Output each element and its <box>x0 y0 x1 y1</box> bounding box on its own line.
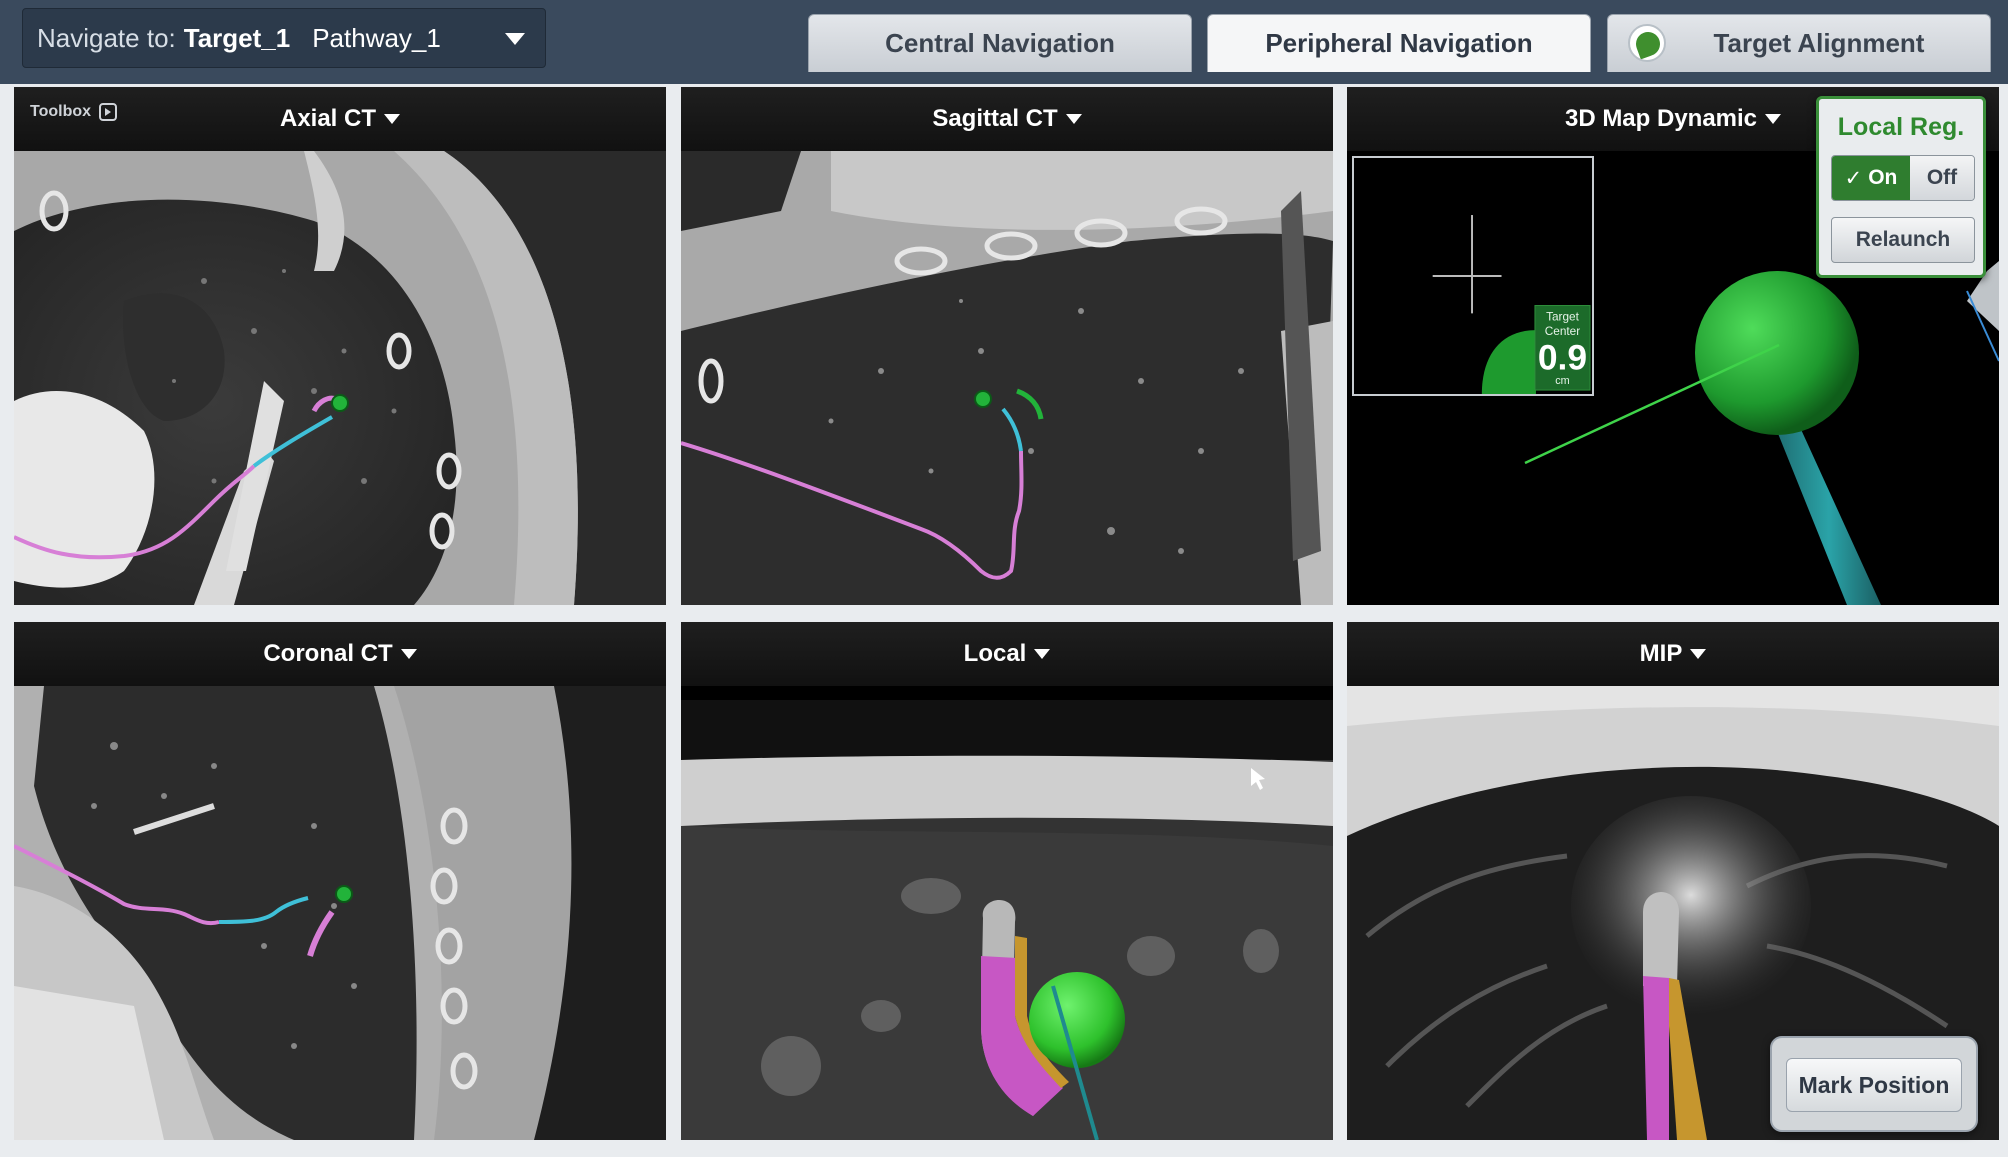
axial-ct-title: Axial CT <box>279 105 377 132</box>
sagittal-ct-header[interactable]: Sagittal CT <box>681 87 1333 151</box>
target-center-distance: 0.9 <box>1538 337 1587 377</box>
tab-peripheral-navigation[interactable]: Peripheral Navigation <box>1207 14 1591 72</box>
local-header[interactable]: Local <box>681 622 1333 686</box>
local-reg-on-button[interactable]: ✓ On <box>1832 156 1910 200</box>
chevron-down-icon <box>1690 649 1707 659</box>
local-reg-title: Local Reg. <box>1837 113 1965 141</box>
axial-ct-image <box>14 151 666 605</box>
pathway-name: Pathway_1 <box>312 22 441 53</box>
sagittal-ct-panel[interactable]: Sagittal CT <box>681 87 1333 605</box>
chevron-down-icon <box>400 649 417 659</box>
target-crosshair-view: Target Center 0.9 cm <box>1354 158 1592 394</box>
target-center-label-2: Center <box>1545 324 1580 338</box>
mip-title: MIP <box>1639 640 1683 667</box>
target-center-label-1: Target <box>1546 309 1580 323</box>
navigate-to-dropdown[interactable]: Navigate to: Target_1 Pathway_1 <box>22 8 546 68</box>
relaunch-button[interactable]: Relaunch <box>1831 217 1975 263</box>
navigate-to-label: Navigate to: <box>37 22 176 53</box>
relaunch-label: Relaunch <box>1855 228 1951 251</box>
toolbox-button[interactable]: Toolbox <box>30 103 118 121</box>
coronal-ct-header[interactable]: Coronal CT <box>14 622 666 686</box>
on-label: On <box>1868 166 1898 189</box>
chevron-down-icon <box>384 114 401 124</box>
mark-position-button[interactable]: Mark Position <box>1786 1058 1962 1112</box>
map-3d-title: 3D Map Dynamic <box>1564 105 1758 132</box>
expand-icon <box>99 103 118 121</box>
local-panel[interactable]: Local <box>681 622 1333 1140</box>
tab-central-navigation[interactable]: Central Navigation <box>808 14 1192 72</box>
chevron-down-icon <box>1765 114 1782 124</box>
local-registration-panel: Local Reg. ✓ On Off Relaunch <box>1816 96 1986 278</box>
mip-header[interactable]: MIP <box>1347 622 1999 686</box>
sagittal-ct-title: Sagittal CT <box>932 105 1058 132</box>
target-name: Target_1 <box>183 22 291 53</box>
tab-label: Peripheral Navigation <box>1265 28 1533 58</box>
chevron-down-icon <box>1065 114 1082 124</box>
target-center-minimap: Target Center 0.9 cm <box>1352 156 1594 396</box>
axial-ct-view[interactable] <box>14 151 666 605</box>
tab-label: Target Alignment <box>1713 28 1925 58</box>
tab-target-alignment[interactable]: Target Alignment <box>1607 14 1991 72</box>
coronal-ct-title: Coronal CT <box>263 640 393 667</box>
local-title: Local <box>963 640 1027 667</box>
local-reg-toggle[interactable]: ✓ On Off <box>1831 155 1975 201</box>
coronal-ct-view[interactable] <box>14 686 666 1140</box>
sagittal-ct-image <box>681 151 1333 605</box>
target-alignment-logo-icon <box>1628 24 1666 62</box>
coronal-ct-image <box>14 686 666 1140</box>
coronal-ct-panel[interactable]: Coronal CT <box>14 622 666 1140</box>
mark-position-button-frame: Mark Position <box>1770 1036 1978 1132</box>
local-3d-image <box>681 686 1333 1140</box>
local-reg-off-button[interactable]: Off <box>1910 156 1974 200</box>
chevron-down-icon <box>1034 649 1051 659</box>
axial-ct-header[interactable]: Toolbox Axial CT <box>14 87 666 151</box>
tab-label: Central Navigation <box>885 28 1115 58</box>
sagittal-ct-view[interactable] <box>681 151 1333 605</box>
local-view[interactable] <box>681 686 1333 1140</box>
chevron-down-icon <box>505 33 525 45</box>
off-label: Off <box>1926 166 1958 189</box>
checkmark-icon: ✓ <box>1844 166 1863 190</box>
axial-ct-panel[interactable]: Toolbox Axial CT <box>14 87 666 605</box>
toolbox-label: Toolbox <box>30 103 92 120</box>
target-center-unit: cm <box>1555 375 1569 387</box>
